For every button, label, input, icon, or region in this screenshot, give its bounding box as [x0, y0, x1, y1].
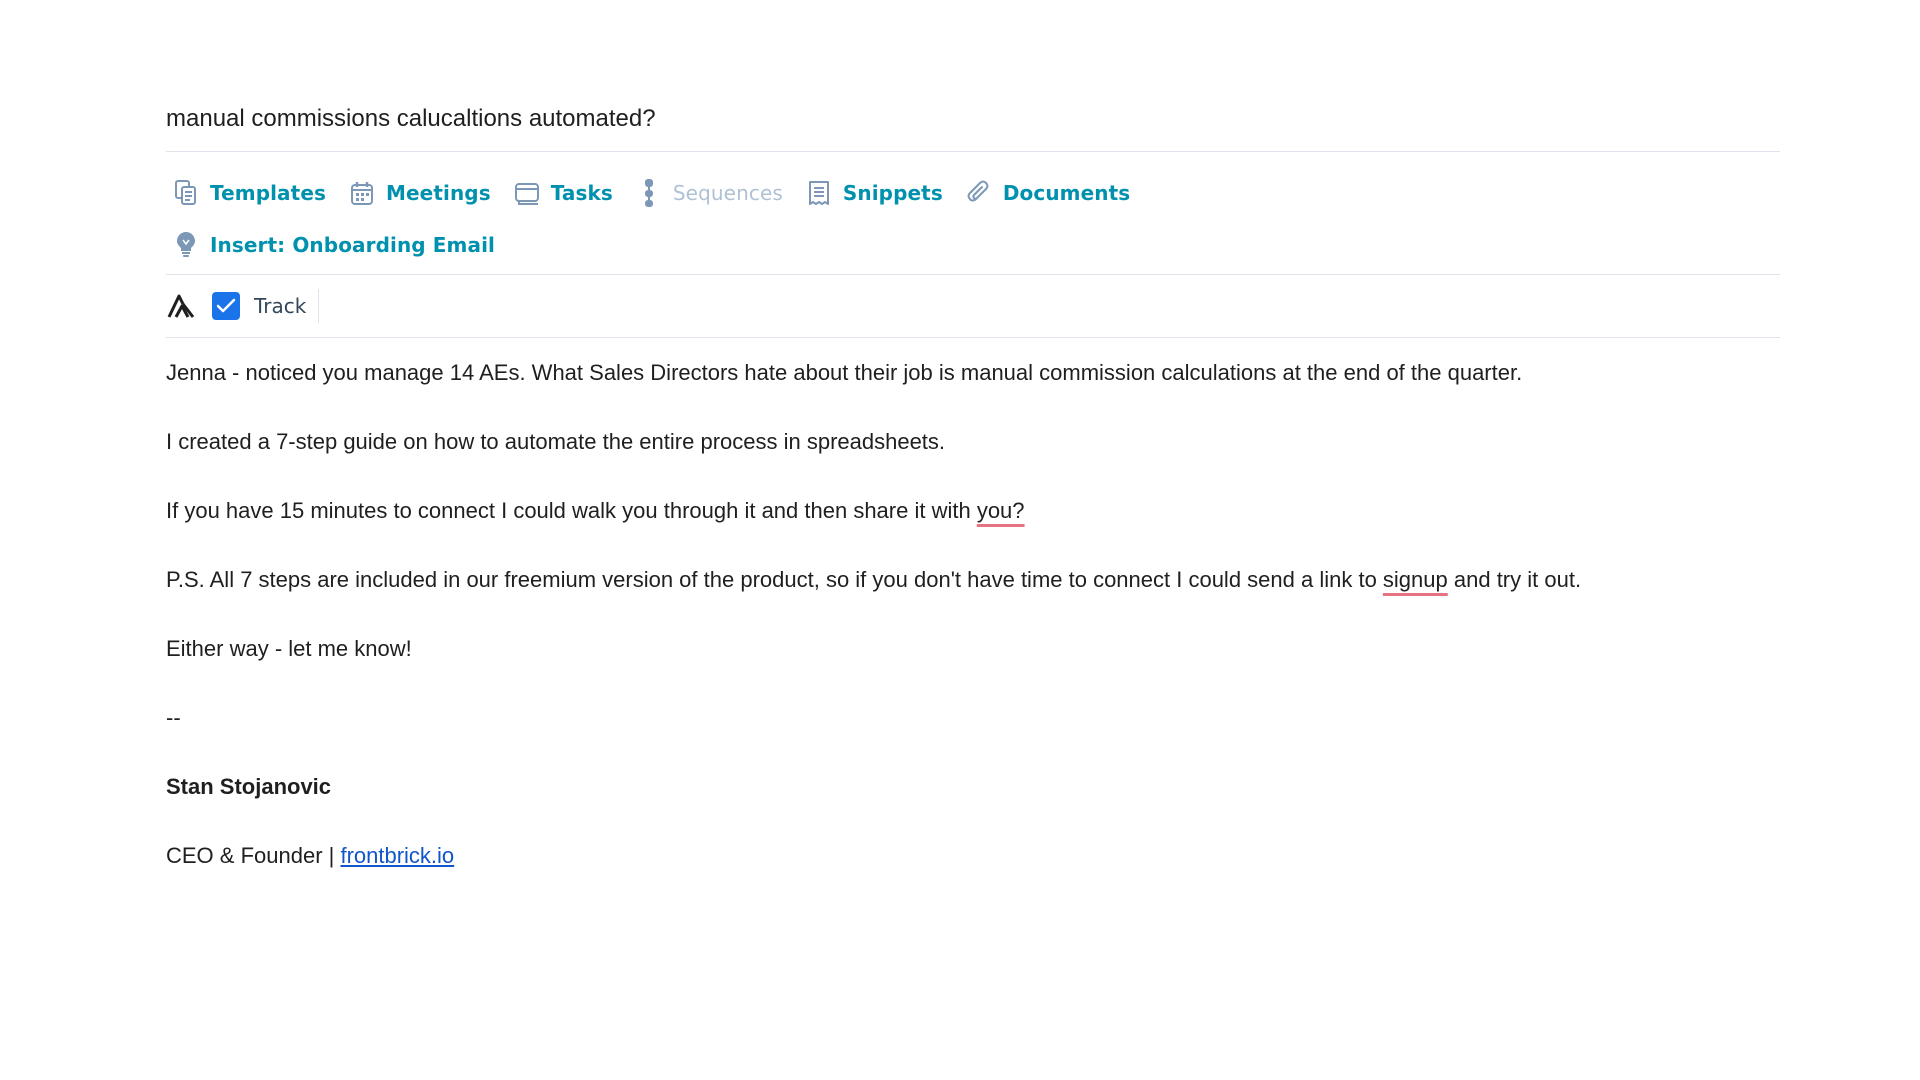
body-text: P.S. All 7 steps are included in our fre… [166, 567, 1383, 592]
signature: -- Stan Stojanovic CEO & Founder | front… [166, 701, 1780, 873]
body-paragraph: I created a 7-step guide on how to autom… [166, 429, 946, 454]
body-paragraph: P.S. All 7 steps are included in our fre… [166, 563, 1780, 597]
meetings-label: Meetings [386, 181, 491, 205]
toolbar-row-insert: Insert: Onboarding Email [166, 228, 1780, 262]
tasks-label: Tasks [550, 181, 613, 205]
paperclip-icon [965, 178, 993, 208]
checkmark-icon [216, 298, 236, 313]
email-composer: manual commissions calucaltions automate… [166, 100, 1780, 908]
spellcheck-flagged-word[interactable]: signup [1383, 567, 1448, 592]
body-paragraph: Either way - let me know! [166, 636, 412, 661]
calendar-icon [348, 178, 376, 208]
email-body[interactable]: Jenna - noticed you manage 14 AEs. What … [166, 338, 1780, 873]
signature-role: CEO & Founder | [166, 843, 341, 868]
templates-label: Templates [210, 181, 326, 205]
body-text: If you have 15 minutes to connect I coul… [166, 498, 977, 523]
signature-name: Stan Stojanovic [166, 774, 332, 799]
sequences-button[interactable]: Sequences [629, 178, 783, 208]
spellcheck-flagged-word[interactable]: you? [977, 498, 1025, 523]
app-logo-icon [166, 291, 196, 321]
snippets-icon [805, 178, 833, 208]
signature-title: CEO & Founder | frontbrick.io [166, 839, 1780, 873]
email-composer-page: manual commissions calucaltions automate… [0, 0, 1920, 1080]
sequences-label: Sequences [672, 181, 783, 205]
snippets-button[interactable]: Snippets [799, 178, 943, 208]
insert-label: Insert: Onboarding Email [210, 233, 495, 257]
tracking-bar: Track [166, 275, 1780, 338]
toolbar-row-main: Templates Meetings Tasks Sequences Snipp… [166, 176, 1780, 210]
insert-onboarding-email-button[interactable]: Insert: Onboarding Email [166, 230, 495, 260]
composer-toolbar: Templates Meetings Tasks Sequences Snipp… [166, 152, 1780, 275]
track-checkbox[interactable] [212, 292, 240, 320]
meetings-button[interactable]: Meetings [342, 178, 491, 208]
tasks-button[interactable]: Tasks [507, 178, 613, 208]
body-text: and try it out. [1447, 567, 1582, 592]
documents-button[interactable]: Documents [959, 178, 1130, 208]
track-label: Track [254, 289, 320, 323]
signature-separator: -- [166, 705, 181, 730]
body-paragraph: Jenna - noticed you manage 14 AEs. What … [166, 360, 1523, 385]
sequences-icon [635, 178, 663, 208]
templates-icon [172, 178, 200, 208]
tasks-icon [513, 178, 541, 208]
templates-button[interactable]: Templates [166, 178, 326, 208]
lightbulb-icon [172, 230, 200, 260]
subject-field[interactable]: manual commissions calucaltions automate… [166, 100, 1780, 152]
body-paragraph: If you have 15 minutes to connect I coul… [166, 494, 1780, 528]
signature-website-link[interactable]: frontbrick.io [340, 843, 454, 868]
documents-label: Documents [1002, 181, 1131, 205]
snippets-label: Snippets [842, 181, 943, 205]
